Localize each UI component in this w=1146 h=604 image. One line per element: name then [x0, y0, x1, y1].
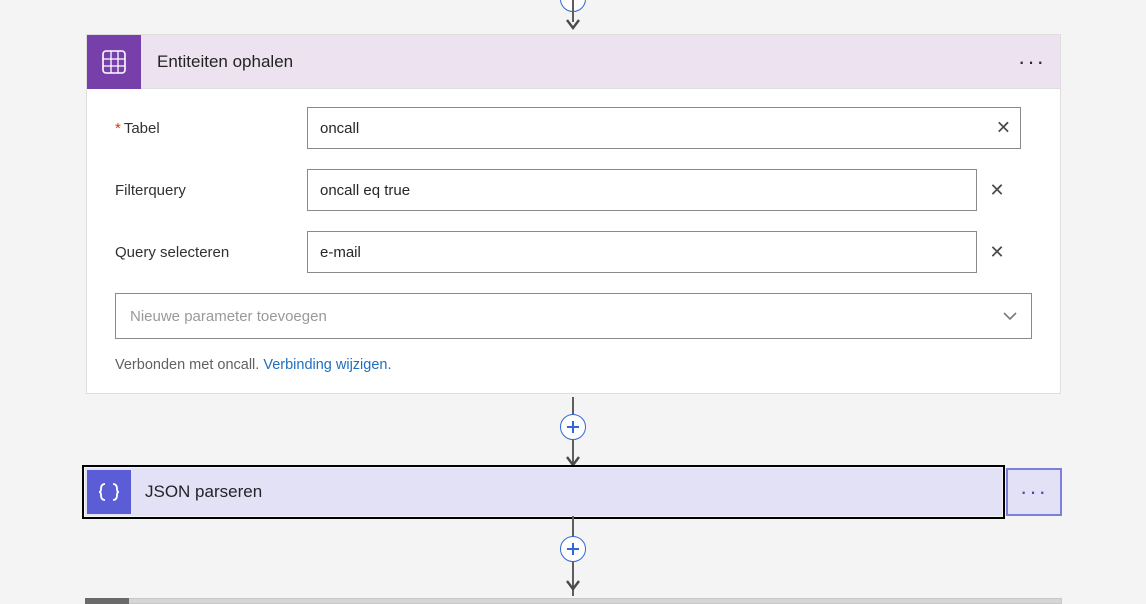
- json-icon: [87, 470, 131, 514]
- clear-icon[interactable]: [977, 169, 1017, 211]
- connection-status: Verbonden met oncall. Verbinding wijzige…: [115, 357, 1032, 373]
- action-title: JSON parseren: [145, 482, 262, 502]
- table-storage-icon: [87, 35, 141, 89]
- action-card-parse-json: JSON parseren ···: [85, 468, 1062, 516]
- add-step-button[interactable]: [560, 414, 586, 440]
- arrow-down-icon: [566, 17, 580, 31]
- add-parameter-dropdown[interactable]: Nieuwe parameter toevoegen: [115, 293, 1032, 339]
- field-label: Query selecteren: [115, 244, 307, 261]
- action-header[interactable]: Entiteiten ophalen ···: [87, 35, 1060, 89]
- action-card-get-entities: Entiteiten ophalen ··· *Tabel Filterquer…: [86, 34, 1061, 394]
- add-parameter-placeholder: Nieuwe parameter toevoegen: [130, 308, 327, 325]
- clear-icon[interactable]: [996, 118, 1011, 139]
- action-menu-button[interactable]: ···: [1018, 49, 1046, 75]
- arrow-down-icon: [566, 454, 580, 468]
- next-action-card-top[interactable]: [85, 598, 1062, 604]
- field-label: Filterquery: [115, 182, 307, 199]
- clear-icon[interactable]: [977, 231, 1017, 273]
- action-header[interactable]: JSON parseren: [85, 468, 1002, 516]
- action-menu-button[interactable]: ···: [1006, 468, 1062, 516]
- tabel-input[interactable]: [307, 107, 1021, 149]
- arrow-down-icon: [566, 578, 580, 592]
- change-connection-link[interactable]: Verbinding wijzigen.: [263, 357, 391, 373]
- field-row-selectquery: Query selecteren: [115, 231, 1032, 273]
- selectquery-input[interactable]: [307, 231, 977, 273]
- field-label: *Tabel: [115, 120, 307, 137]
- next-action-icon-stub: [85, 598, 129, 604]
- chevron-down-icon: [1003, 308, 1017, 324]
- add-step-button[interactable]: [560, 536, 586, 562]
- field-row-tabel: *Tabel: [115, 107, 1032, 149]
- field-row-filterquery: Filterquery: [115, 169, 1032, 211]
- filterquery-input[interactable]: [307, 169, 977, 211]
- action-title: Entiteiten ophalen: [157, 52, 293, 72]
